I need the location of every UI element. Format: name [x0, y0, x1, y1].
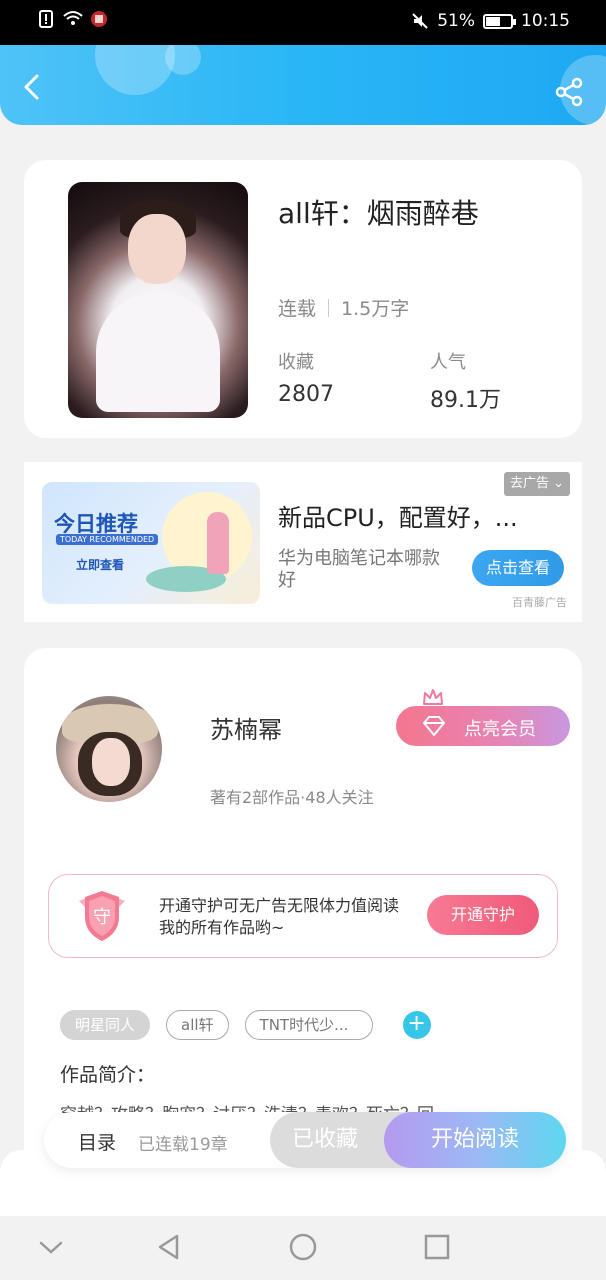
- chevron-left-icon[interactable]: [18, 73, 46, 101]
- top-header: [0, 45, 606, 125]
- mute-icon: [412, 13, 428, 29]
- tag-item[interactable]: all轩: [166, 1010, 229, 1040]
- author-stats: 著有2部作品·48人关注: [210, 788, 374, 807]
- remove-ad-button[interactable]: 去广告 ⌄: [504, 472, 571, 496]
- ad-source: 百青藤广告: [512, 596, 567, 609]
- add-tag-button[interactable]: +: [402, 1011, 431, 1039]
- battery-icon: [483, 13, 516, 29]
- chapter-count: 已连载19章: [138, 1135, 228, 1155]
- chevron-down-icon[interactable]: [36, 1232, 66, 1262]
- app-notification-icon: [91, 11, 107, 27]
- book-cover[interactable]: [68, 182, 248, 418]
- book-status: 连载: [278, 298, 317, 320]
- book-meta: 连载 1.5万字: [278, 294, 409, 321]
- guard-banner: 守 开通守护可无广告无限体力值阅读我的所有作品哟~ 开通守护: [48, 874, 558, 958]
- saved-button-label: 已收藏: [291, 1127, 358, 1152]
- back-triangle-icon[interactable]: [154, 1232, 184, 1262]
- meta-divider: [328, 298, 330, 317]
- battery-percent: 51%: [437, 11, 475, 31]
- tag-item[interactable]: 明星同人: [60, 1010, 151, 1040]
- system-nav-bar: [0, 1216, 606, 1280]
- diamond-icon: [423, 716, 445, 736]
- bottom-action-bar: 目录 已连载19章 已收藏 开始阅读: [44, 1112, 566, 1168]
- ad-image-subtitle: TODAY RECOMMENDED: [56, 534, 159, 545]
- ad-image[interactable]: 今日推荐 TODAY RECOMMENDED 立即查看: [42, 482, 260, 604]
- status-bar: 51% 10:15: [0, 0, 606, 45]
- svg-text:守: 守: [93, 907, 111, 928]
- guard-description: 开通守护可无广告无限体力值阅读我的所有作品哟~: [159, 896, 400, 937]
- clock: 10:15: [521, 11, 570, 31]
- ad-title: 新品CPU，配置好，...: [278, 504, 518, 532]
- favorites-value: 2807: [278, 382, 334, 407]
- author-avatar[interactable]: [56, 696, 162, 802]
- book-title: all轩：烟雨醉巷: [278, 197, 479, 230]
- wifi-icon: [63, 11, 83, 25]
- vip-button[interactable]: 点亮会员: [396, 706, 570, 746]
- share-icon[interactable]: [554, 77, 584, 107]
- guard-button[interactable]: 开通守护: [427, 895, 539, 935]
- toc-button[interactable]: 目录: [78, 1128, 116, 1155]
- alert-icon: [39, 10, 53, 28]
- recents-square-icon[interactable]: [422, 1232, 452, 1262]
- ad-description: 华为电脑笔记本哪款好: [278, 548, 440, 591]
- intro-label: 作品简介：: [60, 1064, 156, 1086]
- guard-shield-icon: 守: [79, 891, 125, 941]
- tag-list: 明星同人 all轩 TNT时代少... +: [60, 1010, 431, 1040]
- author-name[interactable]: 苏楠幂: [210, 710, 282, 745]
- word-count: 1.5万字: [341, 298, 410, 320]
- crown-icon: [423, 689, 443, 705]
- popularity-value: 89.1万: [430, 388, 501, 413]
- start-reading-button[interactable]: 开始阅读: [384, 1112, 566, 1168]
- favorites-label: 收藏: [278, 352, 314, 373]
- home-circle-icon[interactable]: [288, 1232, 318, 1262]
- tag-item[interactable]: TNT时代少...: [244, 1010, 373, 1040]
- book-info-card: all轩：烟雨醉巷 连载 1.5万字 收藏 2807 人气 89.1万: [24, 160, 582, 438]
- ad-view-button[interactable]: 点击查看: [472, 550, 564, 586]
- ad-image-cta: 立即查看: [76, 558, 125, 572]
- vip-button-label: 点亮会员: [464, 719, 536, 740]
- ad-banner[interactable]: 今日推荐 TODAY RECOMMENDED 立即查看 新品CPU，配置好，..…: [24, 462, 582, 622]
- popularity-label: 人气: [430, 352, 466, 373]
